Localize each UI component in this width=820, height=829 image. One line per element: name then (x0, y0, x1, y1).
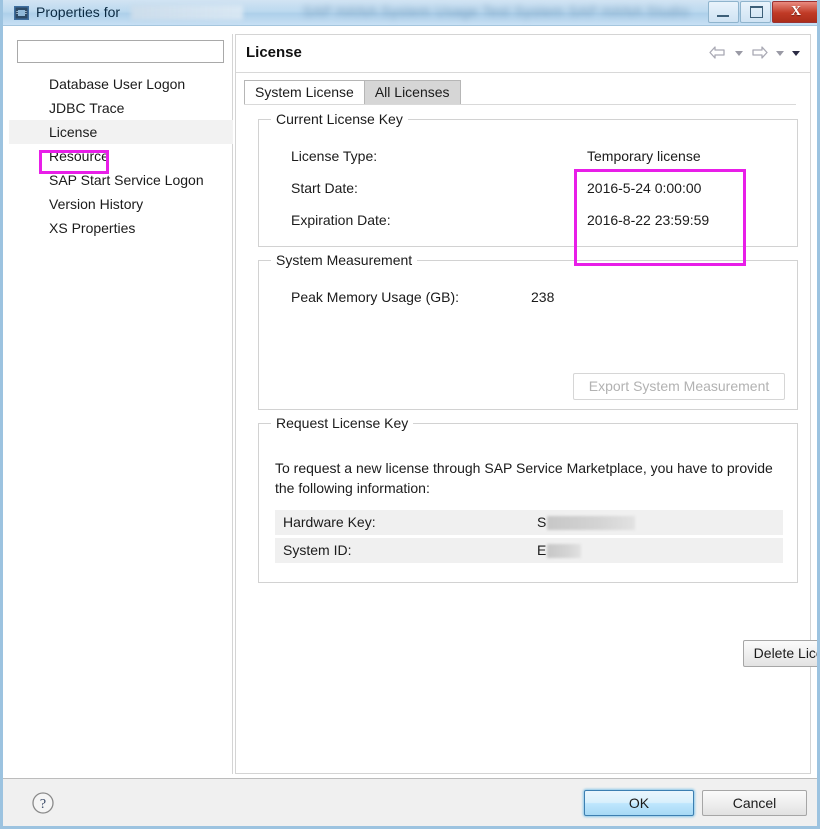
back-dropdown-icon[interactable] (732, 44, 745, 62)
system-id-value: E (537, 538, 582, 563)
sidebar-item-resource[interactable]: Resource (9, 144, 233, 168)
export-system-measurement-button[interactable]: Export System Measurement (573, 373, 785, 400)
request-license-key-group: Request License Key To request a new lic… (258, 415, 798, 583)
sidebar-item-jdbc-trace[interactable]: JDBC Trace (9, 96, 233, 120)
sidebar-item-label: License (49, 124, 98, 140)
app-icon (13, 4, 31, 22)
system-measurement-group: System Measurement Peak Memory Usage (GB… (258, 252, 798, 410)
hardware-key-value: S (537, 510, 636, 535)
sidebar-item-sap-start-service-logon[interactable]: SAP Start Service Logon (9, 168, 233, 192)
sidebar-item-version-history[interactable]: Version History (9, 192, 233, 216)
hardware-key-redaction (547, 515, 636, 530)
delete-license-key-button[interactable]: Delete License Key (743, 640, 817, 667)
dialog-footer: ? OK Cancel (3, 778, 817, 826)
forward-arrow-icon[interactable] (748, 44, 770, 62)
sidebar-item-label: Resource (49, 148, 109, 164)
panel-nav-icons (707, 44, 802, 62)
sidebar-item-label: Database User Logon (49, 76, 186, 92)
sidebar-item-label: Version History (49, 196, 144, 212)
sidebar-item-label: JDBC Trace (49, 100, 125, 116)
dialog-body: Database User Logon JDBC Trace License R… (3, 26, 817, 778)
window-title-redaction (131, 5, 243, 20)
filter-input[interactable] (17, 40, 224, 63)
view-menu-icon[interactable] (789, 44, 802, 62)
close-button[interactable]: X (772, 1, 817, 23)
table-row: System ID: E (275, 538, 783, 563)
window-controls: X (707, 1, 817, 23)
sidebar-item-database-user-logon[interactable]: Database User Logon (9, 72, 233, 96)
window-title: Properties for (36, 4, 121, 20)
start-date-value: 2016-5-24 0:00:00 (587, 180, 702, 196)
hardware-key-text: S (537, 514, 547, 530)
sidebar-item-label: SAP Start Service Logon (49, 172, 204, 188)
sidebar-item-license[interactable]: License (9, 120, 233, 144)
tab-label: System License (255, 84, 354, 100)
expiration-date-label: Expiration Date: (291, 212, 391, 228)
table-row: Hardware Key: S (275, 510, 783, 535)
forward-dropdown-icon[interactable] (773, 44, 786, 62)
license-panel: License System License All Licenses Curr… (235, 34, 817, 774)
title-bar: Properties for SAP HANA System Usage Tes… (3, 0, 817, 26)
properties-dialog: Properties for SAP HANA System Usage Tes… (0, 0, 820, 829)
start-date-label: Start Date: (291, 180, 358, 196)
system-id-redaction (547, 543, 582, 558)
back-arrow-icon[interactable] (707, 44, 729, 62)
license-type-label: License Type: (291, 148, 378, 164)
minimize-button[interactable] (708, 1, 739, 23)
tab-label: All Licenses (374, 84, 450, 100)
group-title: Request License Key (271, 415, 414, 431)
peak-memory-usage-label: Peak Memory Usage (GB): (291, 289, 460, 305)
settings-tree: Database User Logon JDBC Trace License R… (9, 72, 233, 240)
peak-memory-usage-value: 238 (531, 289, 555, 305)
group-title: System Measurement (271, 252, 418, 268)
hardware-key-label: Hardware Key: (283, 514, 376, 530)
panel-header: License (236, 35, 810, 73)
background-window-title: SAP HANA System Usage Test System SAP HA… (303, 3, 690, 19)
license-type-value: Temporary license (587, 148, 701, 164)
request-license-description: To request a new license through SAP Ser… (275, 460, 773, 496)
close-icon: X (790, 4, 802, 19)
minimize-icon (717, 15, 729, 17)
license-tabs: System License All Licenses (244, 80, 461, 104)
maximize-button[interactable] (740, 1, 771, 23)
group-title: Current License Key (271, 111, 408, 127)
tab-all-licenses[interactable]: All Licenses (363, 80, 461, 104)
system-id-text: E (537, 542, 547, 558)
sidebar-item-label: XS Properties (49, 220, 136, 236)
tab-strip-divider (244, 104, 796, 105)
sidebar-item-xs-properties[interactable]: XS Properties (9, 216, 233, 240)
help-icon[interactable]: ? (31, 791, 55, 815)
cancel-button[interactable]: Cancel (702, 790, 807, 816)
maximize-icon (750, 6, 763, 18)
request-info-table: Hardware Key: S System ID: E (275, 510, 783, 566)
expiration-date-value: 2016-8-22 23:59:59 (587, 212, 710, 228)
page-title: License (246, 44, 302, 61)
system-id-label: System ID: (283, 542, 352, 558)
current-license-key-group: Current License Key License Type: Tempor… (258, 111, 798, 247)
svg-text:?: ? (40, 797, 46, 812)
ok-button[interactable]: OK (584, 790, 694, 816)
settings-sidebar: Database User Logon JDBC Trace License R… (9, 34, 233, 774)
tab-system-license[interactable]: System License (244, 80, 365, 104)
